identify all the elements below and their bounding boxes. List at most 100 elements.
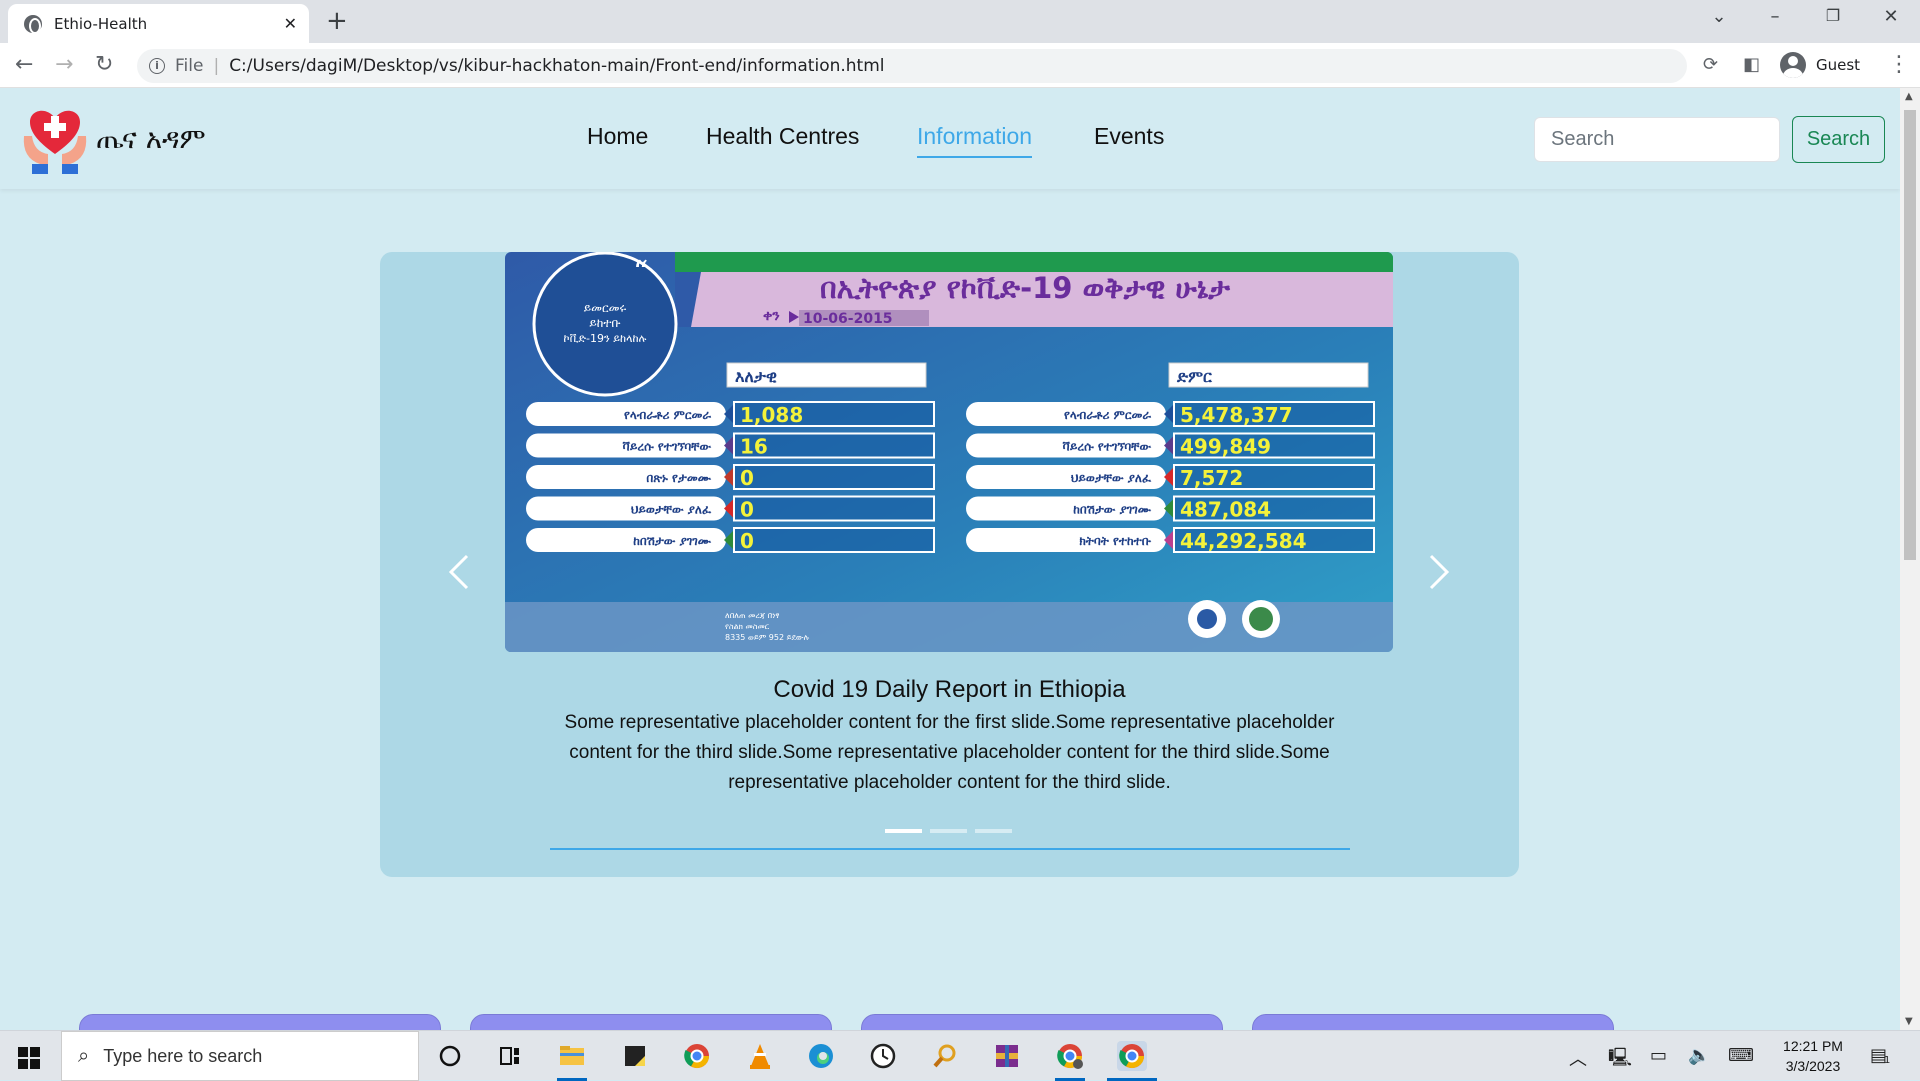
info-icon[interactable]: i (149, 58, 165, 74)
search-app-icon[interactable] (930, 1041, 960, 1071)
back-icon[interactable]: ← (15, 52, 33, 78)
new-tab-button[interactable]: + (326, 6, 348, 36)
report-date: 10-06-2015 (803, 311, 893, 327)
url-text[interactable]: C:/Users/dagiM/Desktop/vs/kibur-hackhato… (229, 56, 884, 76)
scroll-down-icon[interactable]: ▼ (1905, 1016, 1913, 1027)
restore-icon[interactable]: ❐ (1818, 6, 1848, 25)
page-scrollbar[interactable]: ▲ ▼ (1900, 88, 1920, 1030)
footer-line-2: የስልክ መስመር (725, 622, 770, 631)
tab-search-icon[interactable]: ⌄ (1704, 6, 1734, 27)
scroll-thumb[interactable] (1904, 110, 1916, 560)
winrar-icon[interactable] (992, 1041, 1022, 1071)
carousel-indicator-2[interactable] (930, 829, 967, 833)
total-stat-value: 7,572 (1180, 466, 1243, 490)
brand-name[interactable]: ጤና አዳም (96, 122, 206, 156)
date-label: ቀን (763, 308, 780, 324)
carousel-divider (550, 848, 1350, 850)
total-stat-value: 499,849 (1180, 435, 1271, 459)
site-navbar: ጤና አዳም Home Health Centres Information E… (0, 88, 1900, 189)
menu-icon[interactable]: ⋮ (1888, 52, 1910, 78)
browser-toolbar: ← → ↻ i File | C:/Users/dagiM/Desktop/vs… (0, 43, 1920, 88)
daily-stat-label: ከበሽታው ያገገሙ (633, 534, 711, 548)
minimize-icon[interactable]: – (1760, 6, 1790, 27)
taskbar-clock[interactable]: 12:21 PM 3/3/2023 (1772, 1036, 1854, 1076)
windows-taskbar: ⌕ Type here to search ︿ 🖳 ▭ 🔈 ⌨ 12:21 PM… (0, 1030, 1920, 1081)
taskbar-search[interactable]: ⌕ Type here to search (61, 1031, 419, 1081)
windows-start-icon[interactable] (18, 1047, 40, 1069)
daily-header: እለታዊ (735, 367, 777, 386)
reload-icon[interactable]: ↻ (95, 52, 113, 78)
daily-stat-label: የላብራቶሪ ምርመራ (624, 408, 711, 422)
slide-caption-body: Some representative placeholder content … (564, 712, 1335, 793)
task-view-icon[interactable] (495, 1041, 525, 1071)
browser-tab[interactable]: Ethio-Health ✕ (8, 4, 309, 43)
nav-information[interactable]: Information (917, 123, 1033, 158)
cortana-icon[interactable] (435, 1041, 465, 1071)
forward-icon[interactable]: → (55, 52, 73, 78)
search-button[interactable]: Search (1792, 116, 1885, 163)
total-stat-value: 487,084 (1180, 498, 1271, 522)
vlc-icon[interactable] (745, 1041, 775, 1071)
search-input[interactable] (1534, 117, 1780, 162)
search-icon: ⌕ (78, 1044, 90, 1067)
carousel-prev-icon[interactable] (445, 552, 475, 592)
nav-health-centres[interactable]: Health Centres (706, 123, 859, 150)
info-card-3[interactable] (861, 1014, 1223, 1030)
scroll-up-icon[interactable]: ▲ (1905, 91, 1913, 102)
info-card-1[interactable] (79, 1014, 441, 1030)
info-card-2[interactable] (470, 1014, 832, 1030)
profile-button[interactable]: Guest (1780, 50, 1860, 80)
file-explorer-icon[interactable] (557, 1041, 587, 1071)
profile-label: Guest (1816, 56, 1861, 74)
avatar-icon (1780, 52, 1806, 78)
slide-caption-title: Covid 19 Daily Report in Ethiopia (773, 676, 1126, 703)
daily-stat-value: 0 (740, 529, 754, 553)
footer-line-3: 8335 ወይም 952 ይደውሉ (725, 633, 810, 642)
globe-icon (24, 14, 42, 34)
notification-count: 1 (1884, 1055, 1891, 1066)
banner-title: በኢትዮጵያ የኮቪድ-19 ወቅታዊ ሁኔታ (820, 271, 1230, 305)
battery-icon[interactable]: ▭ (1650, 1045, 1667, 1066)
show-hidden-icons-icon[interactable]: ︿ (1569, 1045, 1587, 1071)
svg-text:“: “ (633, 255, 648, 290)
total-stat-label: ክትባት የተከተቡ (1079, 534, 1151, 548)
daily-stat-value: 16 (740, 435, 768, 459)
daily-stat-label: ቫይረሱ የተገኘባቸው (622, 440, 711, 454)
chrome-active-icon[interactable] (1117, 1041, 1147, 1071)
side-panel-icon[interactable]: ◧ (1743, 52, 1760, 78)
sticky-notes-icon[interactable] (620, 1041, 650, 1071)
daily-stat-value: 1,088 (740, 403, 803, 427)
total-header: ድምር (1176, 367, 1213, 386)
nav-events[interactable]: Events (1094, 123, 1164, 150)
info-card-4[interactable] (1252, 1014, 1614, 1030)
keyboard-icon[interactable]: ⌨ (1728, 1045, 1754, 1066)
daily-stat-value: 0 (740, 498, 754, 522)
tab-title: Ethio-Health (54, 14, 148, 33)
carousel-indicator-3[interactable] (975, 829, 1012, 833)
edge-icon[interactable] (806, 1041, 836, 1071)
footer-line-1: ለበለጠ መረጃ በነፃ (725, 611, 779, 620)
volume-icon[interactable]: 🔈 (1688, 1045, 1710, 1066)
clock-date: 3/3/2023 (1785, 1058, 1841, 1074)
close-tab-icon[interactable]: ✕ (284, 14, 297, 33)
daily-stat-label: ህይወታቸው ያለፈ (630, 503, 712, 517)
covid-report-image: በኢትዮጵያ የኮቪድ-19 ወቅታዊ ሁኔታ ቀን 10-06-2015 ይመ… (505, 252, 1393, 652)
file-label: File (175, 56, 204, 76)
logo-icon[interactable] (18, 102, 92, 176)
nav-home[interactable]: Home (587, 123, 648, 150)
seal-line-2: ይከተቡ (589, 316, 621, 330)
address-bar[interactable]: i File | C:/Users/dagiM/Desktop/vs/kibur… (137, 49, 1687, 83)
chrome-icon[interactable] (682, 1041, 712, 1071)
seal-line-3: ኮቪድ-19ን ይከላከሉ (564, 332, 647, 345)
network-icon[interactable]: 🖳 (1608, 1045, 1632, 1075)
total-stat-label: ከበሽታው ያገገሙ (1073, 503, 1151, 517)
clock-app-icon[interactable] (868, 1041, 898, 1071)
seal-line-1: ይመርመሩ (584, 301, 627, 315)
chrome-profile-icon[interactable] (1055, 1041, 1085, 1071)
extensions-icon[interactable]: ⟳ (1703, 52, 1718, 78)
close-window-icon[interactable]: ✕ (1876, 6, 1906, 27)
carousel-indicator-1[interactable] (885, 829, 922, 833)
tab-strip: Ethio-Health ✕ + ⌄ – ❐ ✕ (0, 0, 1920, 43)
carousel-next-icon[interactable] (1423, 552, 1453, 592)
info-carousel: በኢትዮጵያ የኮቪድ-19 ወቅታዊ ሁኔታ ቀን 10-06-2015 ይመ… (380, 252, 1519, 877)
